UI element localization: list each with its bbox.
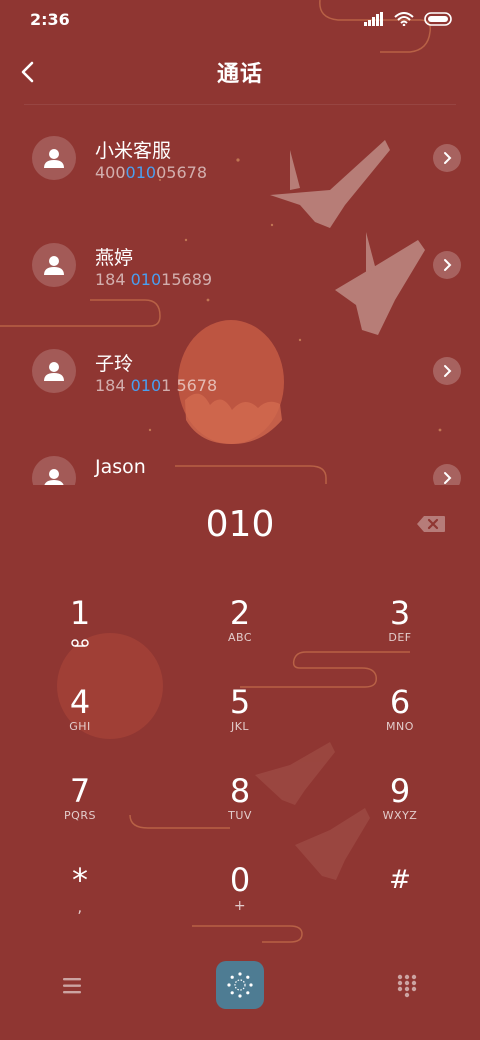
- key-star[interactable]: * ,: [20, 852, 140, 932]
- keypad-grid-icon: [397, 974, 417, 998]
- key-letters: PQRS: [64, 809, 96, 822]
- key-digit: 9: [389, 772, 411, 810]
- key-digit: 5: [229, 683, 251, 721]
- key-hash[interactable]: #: [340, 852, 460, 932]
- key-5[interactable]: 5 JKL: [180, 674, 300, 754]
- key-8[interactable]: 8 TUV: [180, 763, 300, 843]
- key-digit: 0: [229, 861, 251, 899]
- key-digit: 8: [229, 772, 251, 810]
- page-title: 通话: [216, 62, 263, 87]
- status-bar: 2:36: [0, 0, 480, 40]
- key-digit: 4: [69, 683, 91, 721]
- status-time: 2:36: [30, 10, 70, 29]
- contact-row[interactable]: 子玲 184 0101 5678: [0, 318, 480, 418]
- contact-detail-button[interactable]: [433, 144, 461, 172]
- battery-icon: [424, 12, 452, 26]
- key-0[interactable]: 0 +: [180, 852, 300, 932]
- avatar: [32, 243, 76, 287]
- contact-name: 小米客服: [95, 140, 172, 162]
- contact-detail-button[interactable]: [433, 464, 461, 485]
- chevron-right-icon: [444, 259, 452, 271]
- key-1[interactable]: 1: [20, 585, 140, 665]
- key-letters: ,: [77, 898, 83, 916]
- contact-number: 184 0101 5678: [95, 376, 218, 395]
- key-6[interactable]: 6 MNO: [340, 674, 460, 754]
- key-letters: JKL: [230, 720, 250, 733]
- chevron-right-icon: [444, 365, 452, 377]
- contact-name: 燕婷: [95, 247, 134, 269]
- dial-icon: [227, 972, 253, 998]
- key-digit: *: [72, 861, 88, 899]
- backspace-button[interactable]: [416, 514, 446, 536]
- contact-detail-button[interactable]: [433, 357, 461, 385]
- contact-row[interactable]: 燕婷 184 01015689: [0, 212, 480, 312]
- key-letters: +: [233, 898, 247, 914]
- dialed-number-area: 010: [0, 500, 480, 556]
- wifi-icon: [394, 12, 414, 26]
- contact-name: 子玲: [95, 353, 134, 375]
- key-digit: 1: [69, 594, 91, 632]
- avatar: [32, 136, 76, 180]
- menu-icon: [63, 978, 81, 994]
- keypad: 1 2 ABC 3 DEF 4 GHI 5 JKL 6 MNO 7 PQRS 8…: [0, 585, 480, 941]
- key-letters: MNO: [386, 720, 414, 733]
- contact-row[interactable]: 小米客服 40001005678: [0, 105, 480, 205]
- key-9[interactable]: 9 WXYZ: [340, 763, 460, 843]
- key-4[interactable]: 4 GHI: [20, 674, 140, 754]
- key-letters: DEF: [388, 631, 412, 644]
- key-digit: 6: [389, 683, 411, 721]
- key-digit: 2: [229, 594, 251, 632]
- header: 通话: [0, 44, 480, 100]
- key-digit: #: [389, 865, 411, 895]
- person-icon: [44, 362, 64, 381]
- key-sub: [20, 633, 140, 651]
- key-3[interactable]: 3 DEF: [340, 585, 460, 665]
- bottom-bar: [0, 955, 480, 1017]
- key-letters: ABC: [227, 631, 253, 644]
- key-letters: TUV: [228, 809, 252, 822]
- keypad-toggle-button[interactable]: [392, 971, 422, 1001]
- dial-button[interactable]: [216, 961, 264, 1009]
- person-icon: [44, 149, 64, 168]
- backspace-icon: [417, 516, 445, 532]
- contact-row[interactable]: Jason: [0, 425, 480, 485]
- chevron-right-icon: [444, 472, 452, 484]
- person-icon: [44, 469, 64, 485]
- avatar: [32, 456, 76, 485]
- person-icon: [44, 256, 64, 275]
- avatar: [32, 349, 76, 393]
- contact-detail-button[interactable]: [433, 251, 461, 279]
- key-digit: 3: [389, 594, 411, 632]
- key-digit: 7: [69, 772, 91, 810]
- status-icons: [364, 12, 454, 26]
- contact-number: 40001005678: [95, 163, 207, 182]
- menu-button[interactable]: [58, 971, 88, 1001]
- key-letters: GHI: [69, 720, 91, 733]
- chevron-right-icon: [444, 152, 452, 164]
- contact-list: 小米客服 40001005678 燕婷 184 01015689 子玲 184 …: [0, 105, 480, 485]
- signal-icon: [364, 12, 383, 26]
- key-2[interactable]: 2 ABC: [180, 585, 300, 665]
- voicemail-icon: [71, 639, 89, 647]
- contact-number: 184 01015689: [95, 270, 213, 289]
- dialed-number: 010: [205, 504, 275, 545]
- key-letters: WXYZ: [382, 809, 418, 822]
- key-7[interactable]: 7 PQRS: [20, 763, 140, 843]
- contact-name: Jason: [95, 456, 146, 478]
